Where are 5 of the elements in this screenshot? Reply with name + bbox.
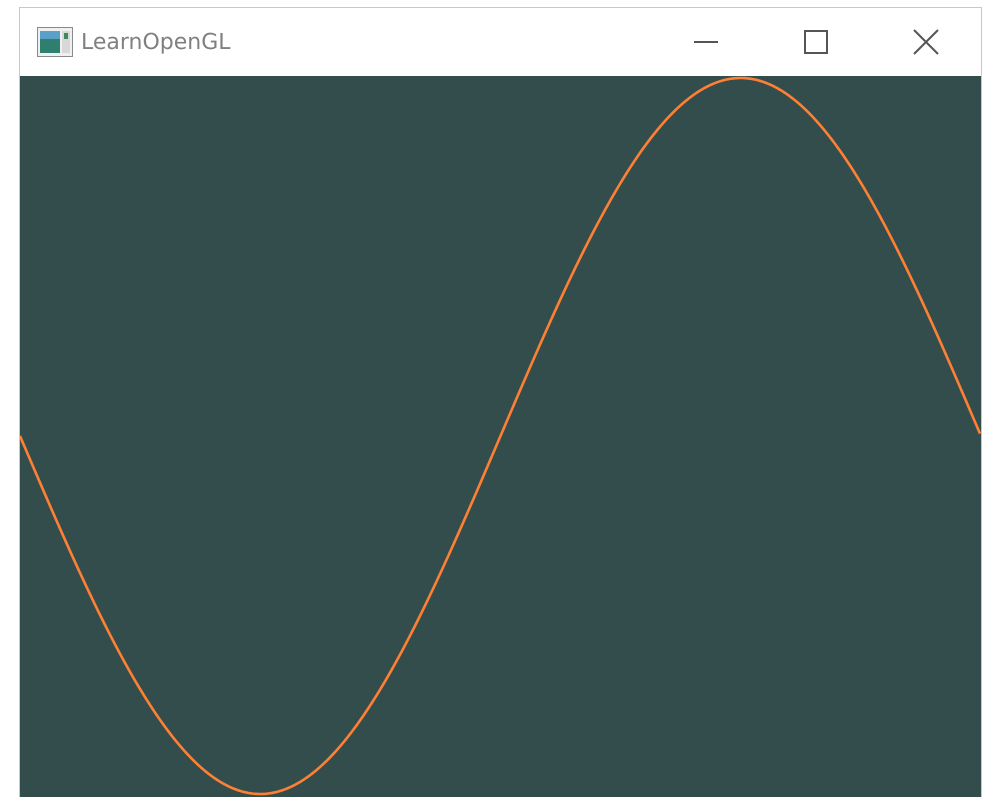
window-title: LearnOpenGL	[81, 30, 232, 54]
app-icon	[37, 27, 73, 57]
minimize-icon	[694, 41, 718, 43]
maximize-icon	[804, 30, 828, 54]
close-icon	[913, 29, 939, 55]
